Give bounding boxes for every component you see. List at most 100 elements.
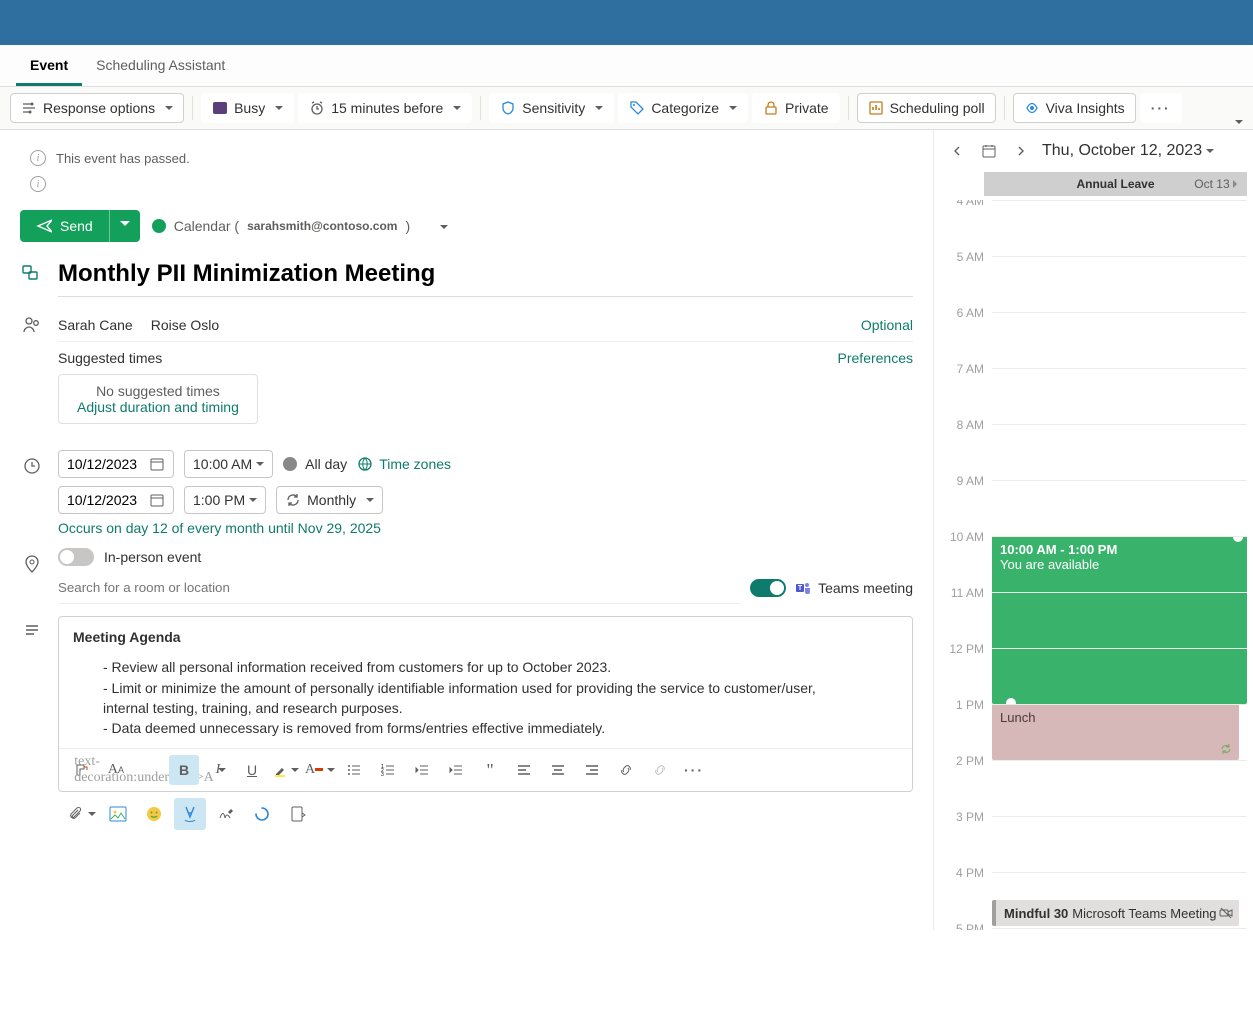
hour-row[interactable] — [992, 368, 1247, 424]
bold-button[interactable]: B — [169, 755, 199, 785]
align-right-button[interactable] — [577, 755, 607, 785]
format-more-button[interactable]: ··· — [679, 755, 709, 785]
hour-row[interactable] — [992, 592, 1247, 648]
teams-toggle[interactable] — [750, 579, 786, 597]
alarm-icon — [309, 100, 325, 116]
reminder-button[interactable]: 15 minutes before — [298, 93, 472, 123]
agenda-line: - Data deemed unnecessary is removed fro… — [103, 718, 898, 738]
title-icon — [20, 256, 44, 284]
end-date-input[interactable] — [58, 486, 174, 514]
description-icon — [20, 616, 44, 640]
optional-attendees-button[interactable]: Optional — [861, 317, 913, 333]
location-input[interactable] — [58, 572, 740, 604]
cal-next-button[interactable] — [1010, 140, 1032, 162]
sensitivity-label: Sensitivity — [522, 100, 585, 116]
start-time-input[interactable]: 10:00 AM — [184, 450, 273, 478]
hour-label: 4 PM — [942, 866, 984, 880]
attendees-field[interactable]: Sarah Cane Roise Oslo Optional — [58, 309, 913, 342]
send-split-button: Send — [20, 210, 140, 242]
hour-row[interactable] — [992, 872, 1247, 928]
tab-event[interactable]: Event — [16, 45, 82, 86]
bullets-button[interactable] — [339, 755, 369, 785]
calendar-email: sarahsmith@contoso.com — [247, 219, 397, 233]
numbering-button[interactable]: 123 — [373, 755, 403, 785]
underline-button[interactable]: U — [237, 755, 267, 785]
send-dropdown-button[interactable] — [109, 210, 140, 242]
hour-row[interactable] — [992, 480, 1247, 536]
response-options-button[interactable]: Response options — [10, 93, 184, 123]
emoji-button[interactable] — [138, 798, 170, 830]
template-button[interactable] — [282, 798, 314, 830]
description-body[interactable]: Meeting Agenda - Review all personal inf… — [59, 617, 912, 748]
tab-strip: Event Scheduling Assistant — [0, 45, 1253, 87]
unlink-button[interactable] — [645, 755, 675, 785]
event-title-input[interactable] — [58, 256, 913, 297]
hour-row[interactable] — [992, 928, 1247, 930]
suggested-preferences-button[interactable]: Preferences — [838, 350, 913, 366]
categorize-button[interactable]: Categorize — [618, 93, 748, 123]
hour-row[interactable] — [992, 704, 1247, 760]
start-date-input[interactable] — [58, 450, 174, 478]
attendee-chip[interactable]: Sarah Cane — [58, 317, 133, 333]
busy-icon — [212, 100, 228, 116]
sensitivity-button[interactable]: Sensitivity — [489, 93, 614, 123]
send-button[interactable]: Send — [20, 210, 109, 242]
hour-row[interactable] — [992, 536, 1247, 592]
agenda-line: internal testing, training, and research… — [103, 698, 898, 718]
private-label: Private — [785, 100, 829, 116]
event-passed-notice: i This event has passed. — [10, 140, 923, 176]
separator — [848, 96, 849, 120]
hour-row[interactable] — [992, 200, 1247, 256]
hour-row[interactable] — [992, 424, 1247, 480]
time-icon — [20, 450, 44, 476]
hour-label: 5 AM — [942, 250, 984, 264]
insert-picture-button[interactable] — [102, 798, 134, 830]
agenda-line: - Limit or minimize the amount of person… — [103, 678, 898, 698]
ribbon-expand-button[interactable] — [1231, 113, 1243, 129]
attach-button[interactable] — [66, 798, 98, 830]
highlight-button[interactable] — [271, 755, 301, 785]
editor-button[interactable] — [174, 798, 206, 830]
hour-row[interactable] — [992, 816, 1247, 872]
signature-button[interactable] — [210, 798, 242, 830]
tab-scheduling-assistant[interactable]: Scheduling Assistant — [82, 45, 239, 86]
outdent-button[interactable] — [407, 755, 437, 785]
time-zones-button[interactable]: Time zones — [357, 456, 451, 472]
quote-button[interactable]: " — [475, 755, 505, 785]
svg-text:3: 3 — [381, 772, 384, 778]
attendee-chip[interactable]: Roise Oslo — [151, 317, 219, 333]
loop-button[interactable] — [246, 798, 278, 830]
recurrence-icon — [285, 492, 301, 508]
adjust-duration-button[interactable]: Adjust duration and timing — [77, 399, 239, 415]
align-center-button[interactable] — [543, 755, 573, 785]
viva-insights-button[interactable]: Viva Insights — [1013, 93, 1136, 123]
in-person-saudi-toggle[interactable] — [58, 548, 94, 566]
show-as-button[interactable]: Busy — [201, 93, 294, 123]
cal-prev-button[interactable] — [946, 140, 968, 162]
all-day-label[interactable]: All day — [305, 456, 347, 472]
cal-today-button[interactable] — [978, 140, 1000, 162]
hour-row[interactable] — [992, 760, 1247, 816]
hour-row[interactable] — [992, 256, 1247, 312]
indent-button[interactable] — [441, 755, 471, 785]
ribbon-overflow-button[interactable]: ··· — [1140, 93, 1182, 123]
font-color-button[interactable]: A — [305, 755, 335, 785]
allday-event[interactable]: Annual Leave Oct 13 — [984, 172, 1247, 196]
response-options-label: Response options — [43, 100, 155, 116]
hour-label: 8 AM — [942, 418, 984, 432]
scheduling-poll-button[interactable]: Scheduling poll — [857, 93, 996, 123]
hour-label: 6 AM — [942, 306, 984, 320]
private-button[interactable]: Private — [752, 93, 840, 123]
font-size-button[interactable]: text-decoration:underline">A — [135, 755, 165, 785]
hour-grid[interactable]: 10:00 AM - 1:00 PM You are available Lun… — [942, 200, 1253, 930]
calendar-selector[interactable]: Calendar ( sarahsmith@contoso.com ) — [152, 218, 448, 234]
link-button[interactable] — [611, 755, 641, 785]
calendar-label: Calendar ( — [174, 218, 239, 234]
hour-label: 3 PM — [942, 810, 984, 824]
cal-date-picker[interactable]: Thu, October 12, 2023 — [1042, 142, 1214, 160]
recurrence-input[interactable]: Monthly — [276, 486, 383, 514]
align-left-button[interactable] — [509, 755, 539, 785]
end-time-input[interactable]: 1:00 PM — [184, 486, 266, 514]
hour-row[interactable] — [992, 312, 1247, 368]
hour-row[interactable] — [992, 648, 1247, 704]
